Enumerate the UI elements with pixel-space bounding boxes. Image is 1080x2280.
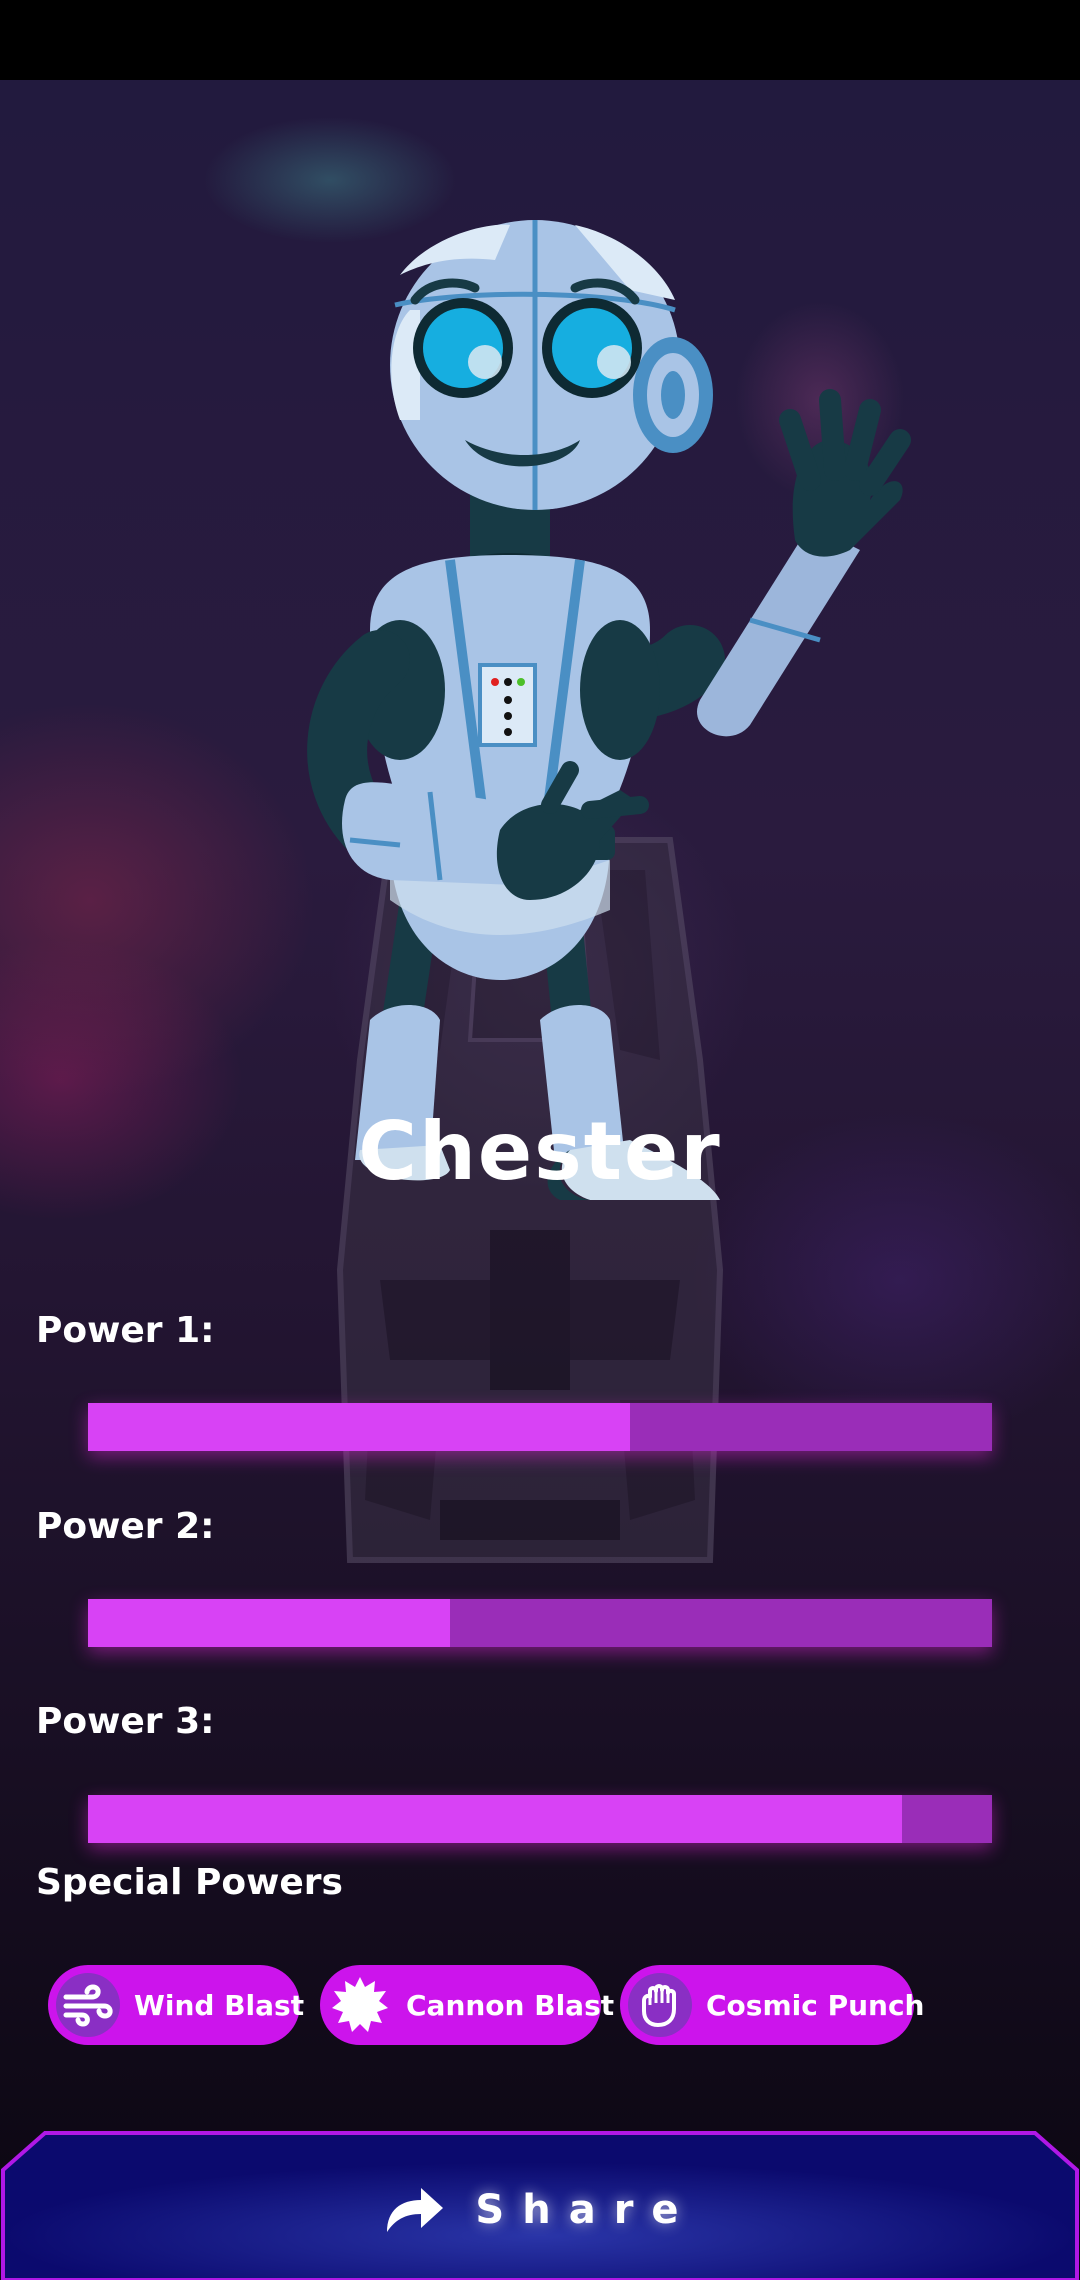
special-power-cosmic-punch[interactable]: Cosmic Punch xyxy=(620,1965,925,2045)
share-button[interactable]: Share xyxy=(0,2180,1080,2240)
share-label: Share xyxy=(475,2187,697,2233)
special-power-label: Wind Blast xyxy=(134,1988,305,2022)
special-power-label: Cosmic Punch xyxy=(706,1988,925,2022)
special-power-label: Cannon Blast xyxy=(406,1988,615,2022)
special-power-cannon-blast[interactable]: Cannon Blast xyxy=(320,1965,614,2045)
power-3-label: Power 3: xyxy=(36,1701,215,1742)
status-bar xyxy=(0,0,1080,80)
special-power-wind-blast[interactable]: Wind Blast xyxy=(48,1965,304,2045)
power-2-label: Power 2: xyxy=(36,1506,215,1547)
power-2-bar xyxy=(88,1599,992,1647)
power-3-bar xyxy=(88,1795,992,1843)
power-1-label: Power 1: xyxy=(36,1310,215,1351)
fist-icon xyxy=(628,1973,692,2037)
character-name: Chester xyxy=(358,1105,722,1198)
power-1-bar xyxy=(88,1403,992,1451)
burst-icon xyxy=(328,1973,392,2037)
wind-icon xyxy=(56,1973,120,2037)
robot-character-illustration xyxy=(307,220,911,1200)
power-3-bar-fill xyxy=(88,1795,902,1843)
power-1-bar-fill xyxy=(88,1403,631,1451)
special-powers-title: Special Powers xyxy=(36,1862,343,1903)
power-2-bar-fill xyxy=(88,1599,450,1647)
share-arrow-icon xyxy=(383,2180,447,2240)
